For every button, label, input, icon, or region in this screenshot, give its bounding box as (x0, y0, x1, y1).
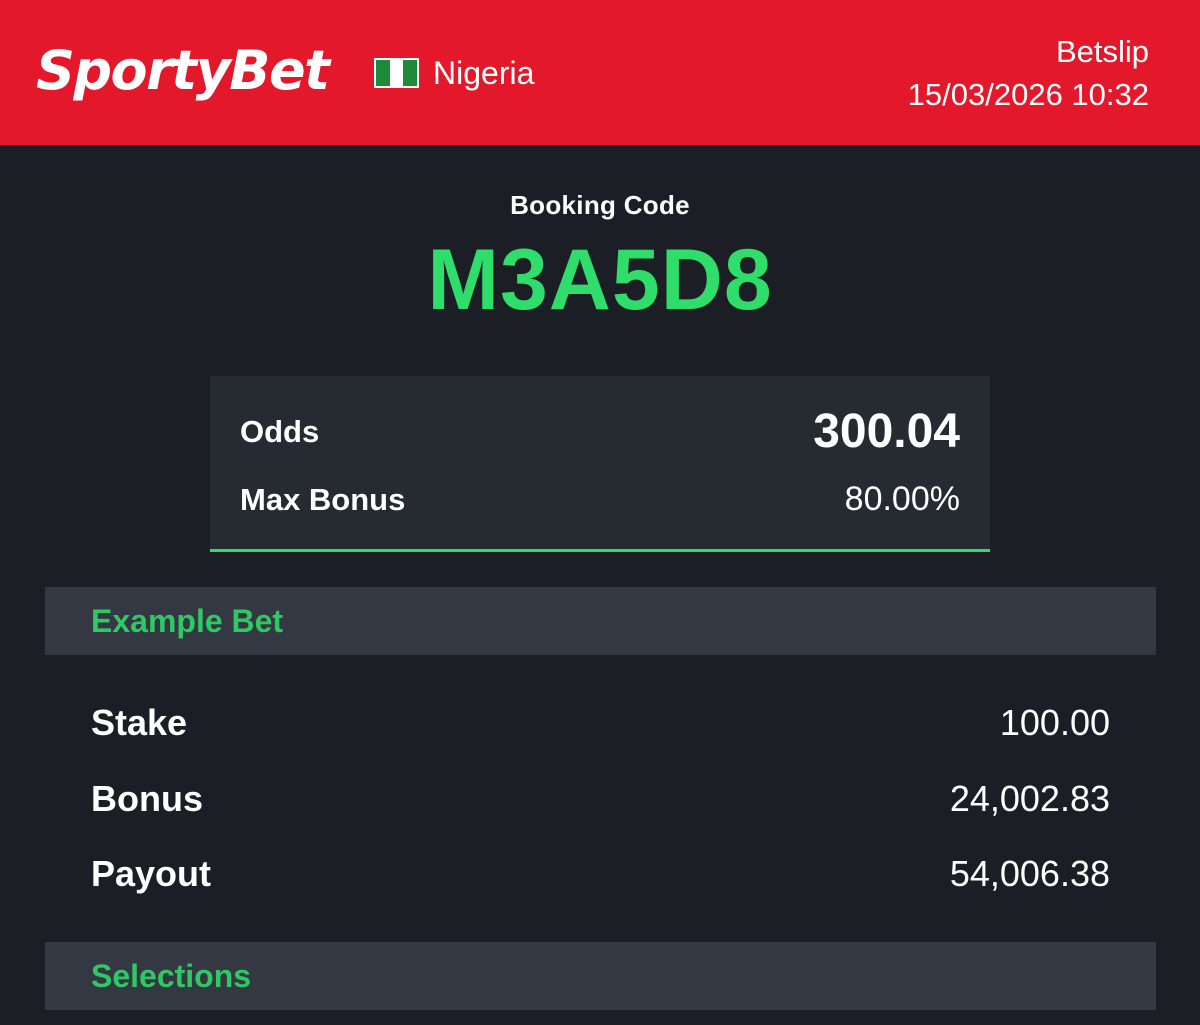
app-header: SportyBet Nigeria Betslip 15/03/2026 10:… (0, 0, 1200, 145)
country-label: Nigeria (433, 55, 535, 91)
odds-value: 300.04 (813, 405, 960, 458)
example-bet-title: Example Bet (91, 603, 284, 639)
betslip-datetime: 15/03/2026 10:32 (907, 77, 1149, 112)
odds-summary-card (210, 376, 990, 552)
bonus-label: Bonus (91, 778, 203, 819)
selections-title: Selections (91, 958, 252, 994)
payout-value: 54,006.38 (949, 853, 1110, 894)
selections-header[interactable]: Selections (45, 942, 1156, 1010)
example-bet-header[interactable]: Example Bet (45, 587, 1156, 655)
booking-code-label: Booking Code (510, 190, 690, 220)
payout-label: Payout (91, 853, 212, 894)
max-bonus-label: Max Bonus (240, 482, 406, 517)
sportybet-logo[interactable]: SportyBet (36, 36, 330, 106)
stake-label: Stake (91, 702, 188, 743)
bonus-value: 24,002.83 (949, 778, 1110, 819)
page-title: Betslip (1055, 34, 1149, 69)
nigeria-flag-icon (374, 58, 419, 88)
betslip-page: SportyBet Nigeria Betslip 15/03/2026 10:… (0, 0, 1200, 1025)
max-bonus-value: 80.00% (844, 480, 960, 518)
stake-value: 100.00 (999, 702, 1110, 743)
odds-label: Odds (240, 414, 320, 449)
booking-code[interactable]: M3A5D8 (0, 232, 1200, 328)
